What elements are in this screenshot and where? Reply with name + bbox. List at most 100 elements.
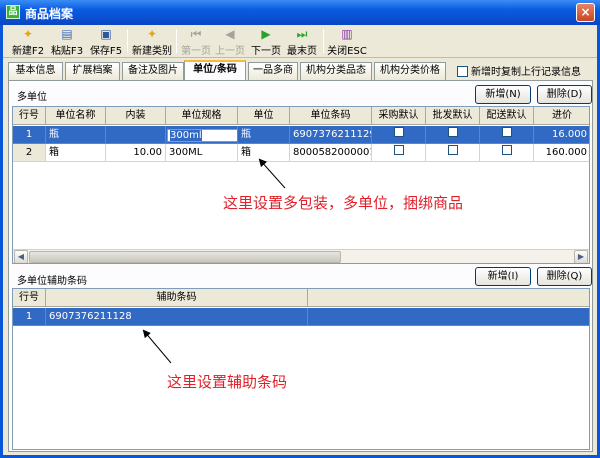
new-category-button[interactable]: ✦ 新建类别: [131, 27, 173, 57]
col-inner: 内装: [106, 107, 166, 125]
title-bar: 品 商品档案 ×: [0, 0, 600, 25]
toolbar-separator: [323, 29, 324, 53]
multi-unit-add-button[interactable]: 新增(N): [475, 85, 531, 104]
unit-cell[interactable]: 箱: [238, 144, 290, 162]
annotation-aux-barcode: 这里设置辅助条码: [167, 373, 288, 391]
aux-barcode-cell[interactable]: 6907376211128: [46, 308, 308, 326]
new-icon: ✦: [22, 27, 34, 41]
last-page-icon: ⏭: [296, 27, 308, 41]
wholesale-default-checkbox[interactable]: [447, 127, 458, 137]
copy-prev-row-label: 新增时复制上行记录信息: [471, 67, 581, 78]
paste-button[interactable]: ▤ 粘贴F3: [50, 27, 84, 57]
prev-page-button[interactable]: ◀ 上一页: [213, 27, 247, 57]
toolbar: ✦ 新建F2 ▤ 粘贴F3 ▣ 保存F5 ✦ 新建类别 ⏮ 第一页 ◀ 上一页 …: [3, 25, 597, 58]
row-no-cell: 2: [13, 144, 46, 162]
col-row-no: 行号: [13, 289, 46, 307]
paste-icon: ▤: [61, 27, 73, 41]
unit-cell[interactable]: 瓶: [238, 126, 290, 144]
scroll-thumb[interactable]: [29, 251, 341, 263]
close-esc-button[interactable]: ▥ 关闭ESC: [327, 27, 367, 57]
tab-multi-supplier[interactable]: 一品多商: [248, 62, 298, 80]
col-barcode: 单位条码: [290, 107, 372, 125]
annotation-multi-unit: 这里设置多包装，多单位，捆绑商品: [223, 194, 464, 212]
table-header: 行号 单位名称 内装 单位规格 单位 单位条码 采购默认 批发默认 配送默认 进…: [13, 107, 589, 125]
spec-cell[interactable]: 300ml: [166, 126, 238, 144]
table-header: 行号 辅助条码: [13, 289, 589, 307]
copy-prev-row-checkbox[interactable]: [457, 66, 468, 77]
multi-unit-table: 行号 单位名称 内装 单位规格 单位 单位条码 采购默认 批发默认 配送默认 进…: [12, 106, 590, 264]
multi-unit-label: 多单位: [17, 92, 47, 103]
purchase-default-checkbox[interactable]: [393, 145, 404, 155]
table-row[interactable]: 2 箱 10.00 300ML 箱 8000582000001 160.000: [13, 144, 589, 162]
tab-basic-info[interactable]: 基本信息: [8, 62, 63, 80]
tab-extended-archive[interactable]: 扩展档案: [65, 62, 120, 80]
inner-cell[interactable]: [106, 126, 166, 144]
tab-org-category-price[interactable]: 机构分类价格: [374, 62, 446, 80]
unit-name-cell[interactable]: 箱: [46, 144, 106, 162]
next-page-icon: ▶: [261, 27, 271, 41]
unit-name-cell[interactable]: 瓶: [46, 126, 106, 144]
aux-barcode-delete-button[interactable]: 删除(Q): [537, 267, 592, 286]
horizontal-scrollbar[interactable]: ◀ ▶: [13, 249, 589, 263]
window-title: 商品档案: [25, 7, 74, 21]
wholesale-default-cell[interactable]: [426, 126, 480, 144]
col-purchase-price: 进价: [534, 107, 589, 125]
app-icon: 品: [6, 5, 20, 19]
spec-cell[interactable]: 300ML: [166, 144, 238, 162]
wholesale-default-checkbox[interactable]: [447, 145, 458, 155]
aux-barcode-label: 多单位辅助条码: [17, 276, 87, 287]
col-unit: 单位: [238, 107, 290, 125]
col-delivery-default: 配送默认: [480, 107, 534, 125]
price-cell[interactable]: 16.000: [534, 126, 589, 144]
row-no-cell: 1: [13, 308, 46, 326]
col-row-no: 行号: [13, 107, 46, 125]
row-no-cell: 1: [13, 126, 46, 144]
table-row[interactable]: 1 瓶 300ml 瓶 6907376211129 16.000: [13, 126, 589, 144]
tab-unit-barcode[interactable]: 单位/条码: [184, 60, 246, 81]
save-icon: ▣: [100, 27, 112, 41]
delivery-default-cell[interactable]: [480, 144, 534, 162]
close-esc-icon: ▥: [341, 27, 353, 41]
save-button[interactable]: ▣ 保存F5: [89, 27, 123, 57]
tab-notes-images[interactable]: 备注及图片: [122, 62, 184, 80]
prev-page-icon: ◀: [225, 27, 235, 41]
scroll-right-arrow[interactable]: ▶: [574, 250, 588, 263]
col-aux-barcode: 辅助条码: [46, 289, 308, 307]
aux-barcode-table: 行号 辅助条码 1 6907376211128: [12, 288, 590, 450]
new-button[interactable]: ✦ 新建F2: [11, 27, 45, 57]
price-cell[interactable]: 160.000: [534, 144, 589, 162]
col-purchase-default: 采购默认: [372, 107, 426, 125]
toolbar-separator: [127, 29, 128, 53]
table-row[interactable]: 1 6907376211128: [13, 308, 589, 326]
product-archive-window: 品 商品档案 × ✦ 新建F2 ▤ 粘贴F3 ▣ 保存F5 ✦ 新建类别 ⏮ 第…: [0, 0, 600, 458]
unit-barcode-panel: 多单位 新增(N) 删除(D) 行号 单位名称 内装 单位规格 单位 单位条码 …: [8, 80, 593, 452]
close-window-button[interactable]: ×: [576, 3, 595, 22]
next-page-button[interactable]: ▶ 下一页: [249, 27, 283, 57]
inner-cell[interactable]: 10.00: [106, 144, 166, 162]
first-page-button[interactable]: ⏮ 第一页: [179, 27, 213, 57]
barcode-cell[interactable]: 6907376211129: [290, 126, 372, 144]
multi-unit-delete-button[interactable]: 删除(D): [537, 85, 592, 104]
empty-cell: [308, 308, 589, 326]
wholesale-default-cell[interactable]: [426, 144, 480, 162]
last-page-button[interactable]: ⏭ 最末页: [285, 27, 319, 57]
delivery-default-checkbox[interactable]: [501, 145, 512, 155]
purchase-default-checkbox[interactable]: [393, 127, 404, 137]
purchase-default-cell[interactable]: [372, 126, 426, 144]
col-wholesale-default: 批发默认: [426, 107, 480, 125]
copy-prev-row-option[interactable]: 新增时复制上行记录信息: [457, 63, 581, 78]
spec-edit-input[interactable]: 300ml: [167, 129, 237, 142]
scroll-left-arrow[interactable]: ◀: [14, 250, 28, 263]
aux-barcode-add-button[interactable]: 新增(I): [475, 267, 531, 286]
spec-selected-text: 300ml: [170, 130, 202, 141]
barcode-cell[interactable]: 8000582000001: [290, 144, 372, 162]
col-spec: 单位规格: [166, 107, 238, 125]
col-unit-name: 单位名称: [46, 107, 106, 125]
tab-org-category-state[interactable]: 机构分类品态: [300, 62, 372, 80]
toolbar-separator: [176, 29, 177, 53]
delivery-default-checkbox[interactable]: [501, 127, 512, 137]
delivery-default-cell[interactable]: [480, 126, 534, 144]
new-category-icon: ✦: [146, 27, 158, 41]
purchase-default-cell[interactable]: [372, 144, 426, 162]
first-page-icon: ⏮: [190, 27, 202, 41]
